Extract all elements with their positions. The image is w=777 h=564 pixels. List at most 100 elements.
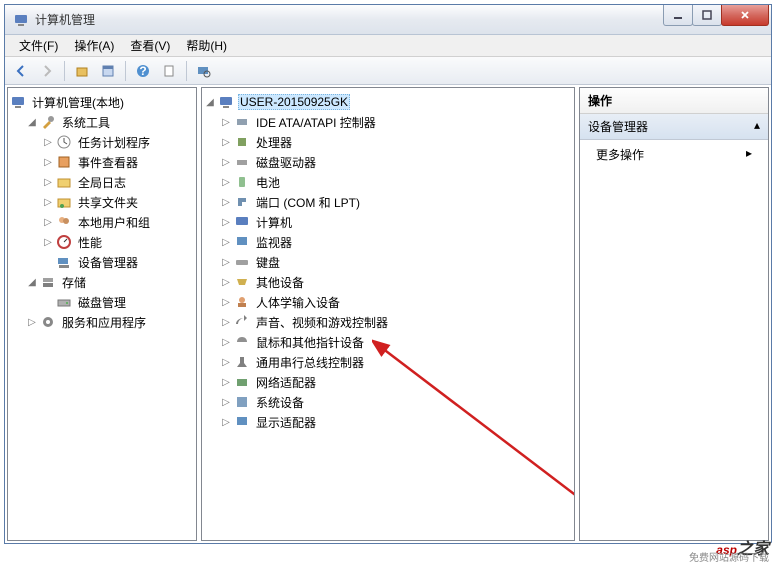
folder-icon <box>56 174 72 190</box>
toolbar-separator <box>64 61 65 81</box>
device-category[interactable]: ▷磁盘驱动器 <box>204 152 572 172</box>
device-category[interactable]: ▷电池 <box>204 172 572 192</box>
category-icon <box>234 134 250 150</box>
tree-device-manager[interactable]: ▷ 设备管理器 <box>10 252 194 272</box>
back-button[interactable] <box>9 59 33 83</box>
expand-icon[interactable]: ▷ <box>220 296 232 308</box>
computer-icon <box>10 94 26 110</box>
menu-view[interactable]: 查看(V) <box>122 35 178 56</box>
book-icon <box>56 154 72 170</box>
maximize-button[interactable] <box>692 5 722 26</box>
computer-icon <box>218 94 234 110</box>
app-icon <box>13 12 29 28</box>
expand-icon[interactable]: ▷ <box>220 276 232 288</box>
expand-icon[interactable]: ▷ <box>42 156 54 168</box>
expand-icon[interactable]: ▷ <box>220 256 232 268</box>
expand-icon[interactable]: ▷ <box>42 196 54 208</box>
expand-icon[interactable]: ▷ <box>220 356 232 368</box>
device-tree-panel: ◢ USER-20150925GK ▷IDE ATA/ATAPI 控制器▷处理器… <box>201 87 575 541</box>
device-category[interactable]: ▷鼠标和其他指针设备 <box>204 332 572 352</box>
forward-button[interactable] <box>35 59 59 83</box>
category-icon <box>234 194 250 210</box>
tree-disk-management[interactable]: ▷ 磁盘管理 <box>10 292 194 312</box>
device-category[interactable]: ▷键盘 <box>204 252 572 272</box>
expand-icon[interactable]: ▷ <box>220 376 232 388</box>
expand-icon[interactable]: ▷ <box>220 416 232 428</box>
device-category[interactable]: ▷声音、视频和游戏控制器 <box>204 312 572 332</box>
device-category[interactable]: ▷通用串行总线控制器 <box>204 352 572 372</box>
scan-button[interactable] <box>192 59 216 83</box>
category-icon <box>234 274 250 290</box>
category-icon <box>234 174 250 190</box>
expand-icon[interactable]: ▷ <box>42 236 54 248</box>
tree-task-scheduler[interactable]: ▷ 任务计划程序 <box>10 132 194 152</box>
menu-help[interactable]: 帮助(H) <box>178 35 235 56</box>
tree-storage[interactable]: ◢ 存储 <box>10 272 194 292</box>
expand-icon[interactable]: ▷ <box>220 316 232 328</box>
device-category[interactable]: ▷人体学输入设备 <box>204 292 572 312</box>
expand-icon[interactable]: ▷ <box>220 156 232 168</box>
expand-icon[interactable]: ▷ <box>220 396 232 408</box>
toolbar: ? <box>5 57 771 85</box>
tree-global-log[interactable]: ▷ 全局日志 <box>10 172 194 192</box>
wrench-icon <box>40 114 56 130</box>
tree-services[interactable]: ▷ 服务和应用程序 <box>10 312 194 332</box>
minimize-button[interactable] <box>663 5 693 26</box>
expand-icon[interactable]: ▷ <box>220 216 232 228</box>
collapse-icon[interactable]: ◢ <box>204 96 216 108</box>
device-root[interactable]: ◢ USER-20150925GK <box>204 92 572 112</box>
actions-panel: 操作 设备管理器 ▴ 更多操作 ▸ <box>579 87 769 541</box>
menu-file[interactable]: 文件(F) <box>11 35 66 56</box>
expand-icon[interactable]: ▷ <box>220 116 232 128</box>
device-category[interactable]: ▷显示适配器 <box>204 412 572 432</box>
expand-icon[interactable]: ▷ <box>220 176 232 188</box>
expand-icon[interactable]: ▷ <box>26 316 38 328</box>
category-icon <box>234 414 250 430</box>
watermark-sub: 免费网站源码下载 <box>689 549 769 564</box>
collapse-arrow-icon: ▴ <box>754 118 760 135</box>
expand-icon[interactable]: ▷ <box>42 216 54 228</box>
more-actions-item[interactable]: 更多操作 ▸ <box>580 140 768 169</box>
tree-root[interactable]: 计算机管理(本地) <box>10 92 194 112</box>
category-icon <box>234 314 250 330</box>
toolbar-separator <box>125 61 126 81</box>
device-category[interactable]: ▷其他设备 <box>204 272 572 292</box>
expand-icon[interactable]: ▷ <box>42 136 54 148</box>
tree-event-viewer[interactable]: ▷ 事件查看器 <box>10 152 194 172</box>
device-category[interactable]: ▷处理器 <box>204 132 572 152</box>
tree-shared-folders[interactable]: ▷ 共享文件夹 <box>10 192 194 212</box>
collapse-icon[interactable]: ◢ <box>26 276 38 288</box>
close-button[interactable] <box>721 5 769 26</box>
expand-icon[interactable]: ▷ <box>220 336 232 348</box>
collapse-icon[interactable]: ◢ <box>26 116 38 128</box>
category-icon <box>234 114 250 130</box>
expand-icon[interactable]: ▷ <box>42 176 54 188</box>
device-category[interactable]: ▷网络适配器 <box>204 372 572 392</box>
window-title: 计算机管理 <box>35 11 664 28</box>
svg-text:?: ? <box>139 64 146 78</box>
up-button[interactable] <box>70 59 94 83</box>
expand-icon[interactable]: ▷ <box>220 196 232 208</box>
device-category[interactable]: ▷IDE ATA/ATAPI 控制器 <box>204 112 572 132</box>
help-button[interactable]: ? <box>131 59 155 83</box>
navigation-panel: 计算机管理(本地) ◢ 系统工具 ▷ 任务计划程序 ▷ 事件查看器 ▷ 全局日志 <box>7 87 197 541</box>
tree-system-tools[interactable]: ◢ 系统工具 <box>10 112 194 132</box>
category-icon <box>234 294 250 310</box>
tree-local-users[interactable]: ▷ 本地用户和组 <box>10 212 194 232</box>
tree-performance[interactable]: ▷ 性能 <box>10 232 194 252</box>
expand-icon[interactable]: ▷ <box>220 136 232 148</box>
actions-subheader[interactable]: 设备管理器 ▴ <box>580 114 768 140</box>
category-icon <box>234 214 250 230</box>
services-icon <box>40 314 56 330</box>
category-icon <box>234 354 250 370</box>
category-icon <box>234 234 250 250</box>
expand-icon[interactable]: ▷ <box>220 236 232 248</box>
properties-button[interactable] <box>96 59 120 83</box>
refresh-button[interactable] <box>157 59 181 83</box>
device-category[interactable]: ▷系统设备 <box>204 392 572 412</box>
device-category[interactable]: ▷端口 (COM 和 LPT) <box>204 192 572 212</box>
device-category[interactable]: ▷监视器 <box>204 232 572 252</box>
menu-action[interactable]: 操作(A) <box>66 35 122 56</box>
device-category[interactable]: ▷计算机 <box>204 212 572 232</box>
category-icon <box>234 254 250 270</box>
